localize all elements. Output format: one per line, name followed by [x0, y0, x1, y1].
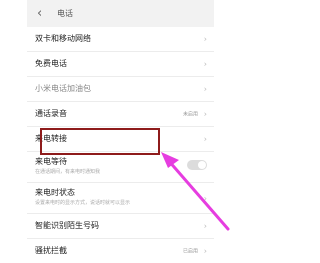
row-label: 来电时状态: [35, 188, 75, 197]
page-title: 电话: [57, 9, 73, 18]
status-text: 已启用: [182, 248, 198, 255]
row-label: 通话录音: [35, 109, 67, 118]
row-label: 双卡和移动网络: [35, 34, 91, 43]
chevron-right-icon: ›: [203, 134, 207, 144]
highlight-box: [40, 128, 160, 155]
app-header: ‹ 电话: [27, 0, 214, 27]
row-description: 设置来电时的显示方式，说话时就可以显示: [35, 200, 131, 206]
call-waiting-toggle[interactable]: [187, 160, 207, 170]
row-label: 免费电话: [35, 59, 67, 68]
chevron-right-icon: ›: [203, 59, 207, 69]
row-call-recording[interactable]: 通话录音 未启用 ›: [27, 102, 214, 127]
row-label: 智能识别陌生号码: [35, 221, 99, 230]
chevron-right-icon: ›: [203, 221, 207, 231]
row-label: 小米电话加油包: [35, 84, 91, 93]
row-dual-sim[interactable]: 双卡和移动网络 ›: [27, 27, 214, 52]
row-smart-identify[interactable]: 智能识别陌生号码 ›: [27, 214, 214, 239]
chevron-right-icon: ›: [203, 84, 207, 94]
row-call-waiting[interactable]: 来电等待 在通话期间，有来电时通知我: [27, 152, 214, 183]
row-description: 在通话期间，有来电时通知我: [35, 169, 101, 175]
row-call-package[interactable]: 小米电话加油包 ›: [27, 77, 214, 102]
row-free-calls[interactable]: 免费电话 ›: [27, 52, 214, 77]
chevron-right-icon: ›: [203, 246, 207, 256]
row-label: 来电等待: [35, 157, 67, 166]
status-text: 未启用: [182, 111, 198, 118]
row-harassment-block[interactable]: 骚扰拦截 已启用 ›: [27, 239, 214, 263]
row-incoming-call-state[interactable]: 来电时状态 设置来电时的显示方式，说话时就可以显示 ›: [27, 183, 214, 214]
back-chevron-icon[interactable]: ‹: [37, 0, 51, 27]
toggle-knob: [198, 161, 206, 169]
chevron-right-icon: ›: [203, 194, 207, 203]
chevron-right-icon: ›: [203, 34, 207, 44]
chevron-right-icon: ›: [203, 109, 207, 119]
row-label: 骚扰拦截: [35, 246, 67, 255]
